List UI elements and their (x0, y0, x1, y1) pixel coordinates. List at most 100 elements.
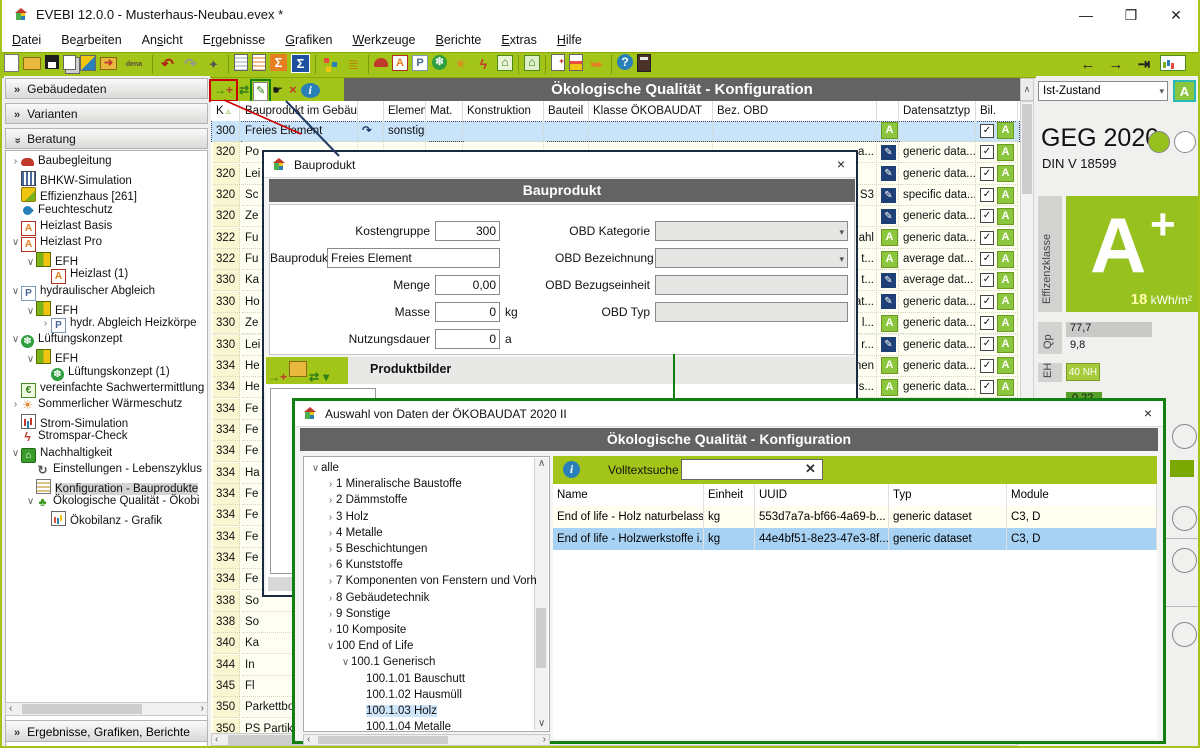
minimize-button[interactable]: — (1064, 0, 1108, 30)
okobaudat-tree-item-3-holz[interactable]: ›3 Holz (325, 511, 550, 527)
maximize-button[interactable]: ❒ (1109, 0, 1153, 30)
hilfe-icon[interactable]: ? (617, 54, 633, 70)
bilanz-checkbox[interactable]: ✓ (980, 295, 994, 309)
sidebar-hscrollbar[interactable]: ‹› (5, 702, 208, 716)
dataset-row[interactable]: End of life - Holz naturbelass...kg553d7… (553, 506, 1157, 528)
menu-ansicht[interactable]: Ansicht (132, 30, 193, 47)
haus-icon[interactable]: ⌂ (524, 55, 540, 71)
sidebar-section-gebaeudedaten[interactable]: »Gebäudedaten (5, 78, 208, 99)
expander-open-icon[interactable]: ∨ (25, 306, 36, 317)
info-icon[interactable]: i (301, 83, 320, 98)
bilanz-checkbox[interactable]: ✓ (980, 167, 994, 181)
sidebar-item-heizlast-basis[interactable]: AHeizlast Basis (10, 220, 208, 236)
sidebar-item-vereinfachte-sachwertermittlung[interactable]: €vereinfachte Sachwertermittlung (10, 382, 208, 398)
menu-berichte[interactable]: Berichte (426, 30, 492, 47)
expander-closed-icon[interactable]: › (325, 576, 336, 587)
dena-icon[interactable]: dena (121, 55, 147, 74)
sidebar-item-feuchteschutz[interactable]: Feuchteschutz (10, 204, 208, 220)
kostengruppe-field[interactable] (435, 221, 500, 241)
expander-open-icon[interactable]: ∨ (10, 286, 21, 297)
sum-orange-icon[interactable]: Σ (270, 54, 287, 71)
column-header-module[interactable]: Module (1007, 484, 1157, 506)
expander-closed-icon[interactable]: › (325, 528, 336, 539)
expander-open-icon[interactable]: ∨ (25, 257, 36, 268)
edit-bauprodukt-icon[interactable]: ✎ (253, 82, 268, 101)
menu-datei[interactable]: Datei (2, 30, 51, 47)
column-header-bez[interactable]: Bez. OBD (714, 101, 877, 121)
menge-field[interactable] (435, 275, 500, 295)
tree-hscrollbar[interactable]: ‹› (303, 734, 550, 746)
lueftung-icon[interactable]: ✽ (432, 55, 447, 70)
expander-closed-icon[interactable]: › (325, 560, 336, 571)
sonne-icon[interactable]: ☀ (451, 55, 470, 74)
energieausweis-icon[interactable]: ⌂ (497, 55, 513, 71)
expander-open-icon[interactable]: ∨ (325, 641, 336, 652)
sidebar-item-heizlast-pro[interactable]: ∨AHeizlast Pro (10, 236, 208, 252)
blitz-icon[interactable]: ϟ (474, 55, 493, 74)
forward-icon[interactable]: → (1104, 55, 1128, 74)
column-header-eicon[interactable] (359, 101, 384, 121)
sidebar-item-nachhaltigkeit[interactable]: ∨⌂Nachhaltigkeit (10, 447, 208, 463)
expander-open-icon[interactable]: ∨ (10, 237, 21, 248)
okobaudat-tree-item-alle[interactable]: ∨alle (310, 462, 550, 478)
sidebar-section-varianten[interactable]: »Varianten (5, 103, 208, 124)
bilanz-checkbox[interactable]: ✓ (980, 188, 994, 202)
sidebar-item-efh[interactable]: ∨EFH (25, 349, 208, 365)
import-icon[interactable] (80, 55, 96, 71)
report-icon[interactable] (234, 54, 248, 71)
column-header-bauteil[interactable]: Bauteil (545, 101, 589, 121)
sidebar-item-l-ftungskonzept-1-[interactable]: ✽Lüftungskonzept (1) (40, 366, 208, 382)
undo-icon[interactable]: ↶ (158, 55, 177, 74)
sidebar-section-ergebnisse[interactable]: »Ergebnisse, Grafiken, Berichte (5, 720, 208, 742)
bilanz-checkbox[interactable]: ✓ (980, 124, 994, 138)
bilanz-checkbox[interactable]: ✓ (980, 380, 994, 394)
expander-closed-icon[interactable]: › (325, 479, 336, 490)
expander-open-icon[interactable]: ∨ (25, 496, 36, 507)
okobaudat-tree-item-100-1-03-holz[interactable]: 100.1.03 Holz (355, 705, 550, 721)
column-header-typ[interactable]: Typ (889, 484, 1007, 506)
table-scroll-up-button[interactable]: ∧ (1020, 78, 1034, 101)
okobaudat-tree-item-7-komponenten-von-fenstern-und-vorh[interactable]: ›7 Komponenten von Fenstern und Vorh (325, 575, 550, 591)
sidebar-item-efh[interactable]: ∨EFH (25, 301, 208, 317)
open-folder-icon[interactable] (23, 57, 41, 70)
okobaudat-tree-item-2-d-mmstoffe[interactable]: ›2 Dämmstoffe (325, 494, 550, 510)
menu-bearbeiten[interactable]: Bearbeiten (51, 30, 131, 47)
list-icon[interactable]: ≣ (344, 55, 363, 74)
menu-grafiken[interactable]: Grafiken (275, 30, 342, 47)
hydraulik-icon[interactable]: P (412, 55, 428, 71)
rotate-icon[interactable]: ➥ (587, 55, 606, 74)
dataset-row[interactable]: End of life - Holzwerkstoffe i...kg44e4b… (553, 528, 1157, 550)
okobaudat-tree-item-10-komposite[interactable]: ›10 Komposite (325, 624, 550, 640)
bilanz-checkbox[interactable]: ✓ (980, 209, 994, 223)
bilanz-checkbox[interactable]: ✓ (980, 273, 994, 287)
menu-hilfe[interactable]: Hilfe (547, 30, 592, 47)
okobaudat-tree-item-1-mineralische-baustoffe[interactable]: ›1 Mineralische Baustoffe (325, 478, 550, 494)
bilanz-checkbox[interactable]: ✓ (980, 337, 994, 351)
okobaudat-tree-item-4-metalle[interactable]: ›4 Metalle (325, 527, 550, 543)
wizard-icon[interactable]: ✦ (204, 55, 223, 74)
expander-closed-icon[interactable]: › (325, 512, 336, 523)
column-header-bil[interactable]: Bil. (977, 101, 1018, 121)
sidebar-item-stromspar-check[interactable]: ϟStromspar-Check (10, 430, 208, 446)
search-input[interactable] (681, 459, 823, 480)
close-icon[interactable]: × (1137, 403, 1159, 423)
column-header-name[interactable]: Bauprodukt im Gebäude (242, 101, 358, 121)
sidebar-item-effizienzhaus-261-[interactable]: Effizienzhaus [261] (10, 187, 208, 203)
column-header-klasse[interactable]: Klasse ÖKOBAUDAT (590, 101, 713, 121)
export-icon[interactable]: ➜ (100, 57, 117, 70)
obd-kategorie-select[interactable]: ▾ (655, 221, 848, 241)
sidebar-item--kobilanz-grafik[interactable]: Ökobilanz - Grafik (40, 511, 208, 527)
okobaudat-tree-item-9-sonstige[interactable]: ›9 Sonstige (325, 608, 550, 624)
paste-image-icon[interactable] (289, 361, 307, 377)
close-icon[interactable]: × (830, 154, 852, 174)
sidebar-item-baubegleitung[interactable]: ›Baubegleitung (10, 155, 208, 171)
obd-bezeichnung-select[interactable]: ▾ (655, 248, 848, 268)
bilanz-checkbox[interactable]: ✓ (980, 145, 994, 159)
expander-open-icon[interactable]: ∨ (10, 448, 21, 459)
expander-closed-icon[interactable]: › (325, 609, 336, 620)
sidebar-item-sommerlicher-w-rmeschutz[interactable]: ›☀Sommerlicher Wärmeschutz (10, 398, 208, 414)
delete-icon[interactable]: × (287, 81, 299, 98)
table-row[interactable]: 300Freies Element↷sonstiges...A✓A (211, 121, 1020, 142)
column-header-k[interactable]: K ▵ (213, 101, 240, 121)
add-bauprodukt-icon[interactable]: →+ (212, 82, 235, 99)
